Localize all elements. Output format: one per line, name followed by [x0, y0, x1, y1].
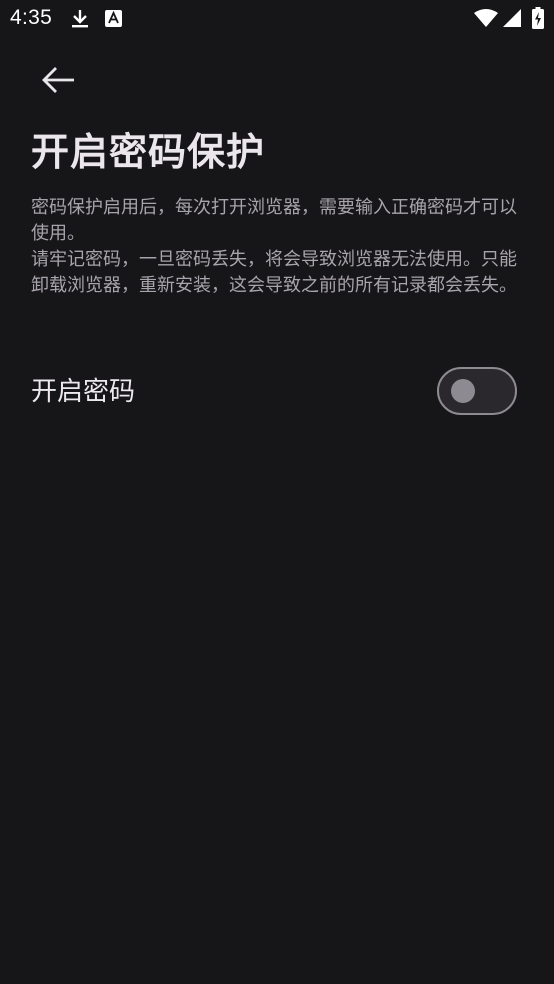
toggle-thumb — [451, 379, 475, 403]
wifi-icon — [474, 9, 498, 27]
status-time: 4:35 — [10, 6, 53, 29]
a-icon — [105, 10, 122, 27]
description-paragraph-2: 请牢记密码，一旦密码丢失，将会导致浏览器无法使用。只能卸载浏览器，重新安装，这会… — [31, 249, 517, 296]
password-setting-label: 开启密码 — [31, 377, 136, 407]
page-title: 开启密码保护 — [31, 130, 266, 174]
password-setting-row[interactable]: 开启密码 — [0, 362, 554, 424]
screen: 4:35 开启密码保护 密码保护启用后，每次打开浏览器，需要输入正确密码才可以使… — [0, 0, 554, 984]
status-bar: 4:35 — [0, 0, 554, 40]
description: 密码保护启用后，每次打开浏览器，需要输入正确密码才可以使用。 请牢记密码，一旦密… — [31, 195, 525, 299]
signal-icon — [503, 9, 521, 27]
download-icon — [72, 10, 88, 28]
battery-charging-icon — [532, 7, 544, 29]
back-button[interactable] — [28, 56, 88, 104]
arrow-left-icon — [42, 67, 74, 93]
password-toggle[interactable] — [437, 367, 517, 415]
description-paragraph-1: 密码保护启用后，每次打开浏览器，需要输入正确密码才可以使用。 — [31, 197, 517, 244]
